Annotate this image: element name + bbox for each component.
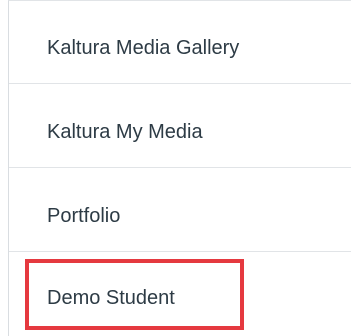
nav-item-label: Demo Student: [47, 287, 175, 309]
nav-item-demo-student[interactable]: Demo Student: [9, 253, 351, 336]
nav-item-label: Kaltura Media Gallery: [47, 37, 240, 59]
course-navigation-menu: Kaltura Media Gallery Kaltura My Media P…: [0, 0, 351, 336]
nav-item-kaltura-media-gallery[interactable]: Kaltura Media Gallery: [9, 1, 351, 84]
nav-item-portfolio[interactable]: Portfolio: [9, 169, 351, 252]
navigation-list: Kaltura Media Gallery Kaltura My Media P…: [8, 0, 351, 336]
nav-item-label: Portfolio: [47, 205, 121, 227]
nav-item-label: Kaltura My Media: [47, 121, 203, 143]
nav-item-kaltura-my-media[interactable]: Kaltura My Media: [9, 85, 351, 168]
